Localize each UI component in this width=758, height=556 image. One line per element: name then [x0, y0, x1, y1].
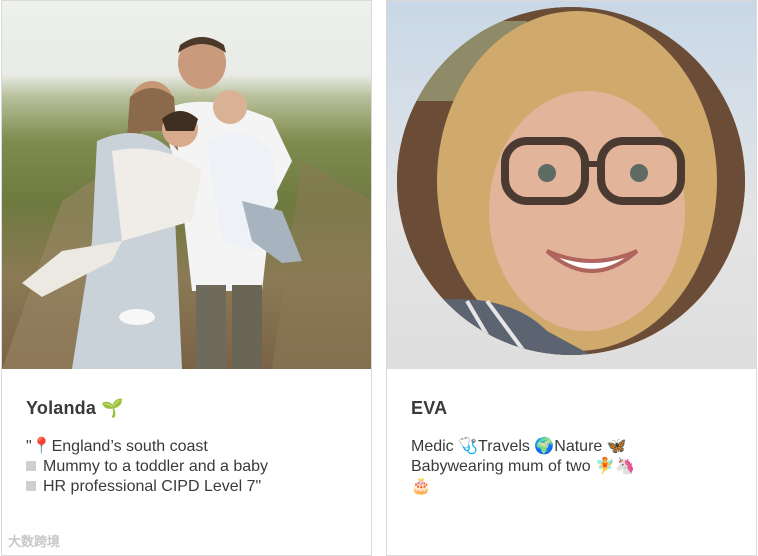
profile-card-yolanda[interactable]: Yolanda 🌱 "📍England’s south coast Mummy …: [1, 0, 372, 556]
family-photo-illustration: [2, 37, 371, 369]
profile-bio: "📍England’s south coast Mummy to a toddl…: [26, 437, 356, 497]
bullet-square-icon: [26, 481, 36, 491]
bio-line: Babywearing mum of two 🧚🦄: [411, 458, 635, 475]
bio-line: 🎂: [411, 478, 431, 495]
bullet-square-icon: [26, 461, 36, 471]
profile-name: EVA: [411, 398, 447, 419]
bio-line: Mummy to a toddler and a baby: [26, 457, 356, 477]
bio-line: "📍England’s south coast: [26, 438, 208, 455]
profile-bio: Medic 🩺Travels 🌍Nature 🦋 Babywearing mum…: [411, 437, 741, 497]
family-photo: [2, 1, 371, 369]
profile-name: Yolanda 🌱: [26, 398, 124, 419]
profile-name-text: Yolanda: [26, 398, 97, 418]
portrait-illustration: [397, 7, 745, 355]
profile-name-text: EVA: [411, 398, 448, 418]
portrait-photo: [387, 1, 756, 369]
watermark: 大数跨境: [8, 534, 61, 549]
bio-line: HR professional CIPD Level 7": [26, 477, 356, 497]
bio-line: Medic 🩺Travels 🌍Nature 🦋: [411, 438, 627, 455]
profile-card-eva[interactable]: EVA Medic 🩺Travels 🌍Nature 🦋 Babywearing…: [386, 0, 757, 556]
seedling-icon: 🌱: [101, 398, 124, 418]
